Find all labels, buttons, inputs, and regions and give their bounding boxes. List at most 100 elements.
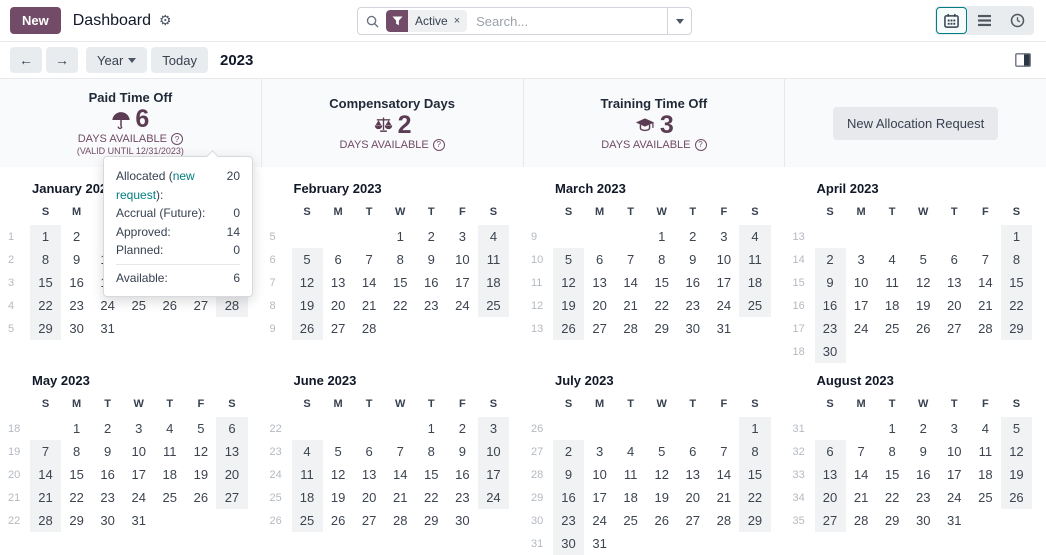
calendar-day[interactable]: 29 bbox=[877, 509, 908, 532]
calendar-day[interactable]: 27 bbox=[939, 317, 970, 340]
calendar-day[interactable]: 9 bbox=[416, 248, 447, 271]
calendar-day[interactable]: 2 bbox=[447, 417, 478, 440]
calendar-day[interactable]: 26 bbox=[553, 317, 584, 340]
calendar-day[interactable]: 4 bbox=[615, 440, 646, 463]
calendar-day[interactable]: 15 bbox=[30, 271, 61, 294]
calendar-day[interactable] bbox=[478, 509, 509, 532]
calendar-day[interactable]: 20 bbox=[216, 463, 247, 486]
calendar-day[interactable]: 24 bbox=[92, 294, 123, 317]
calendar-day[interactable] bbox=[877, 225, 908, 248]
calendar-day[interactable]: 9 bbox=[553, 463, 584, 486]
calendar-day[interactable]: 13 bbox=[677, 463, 708, 486]
calendar-day[interactable]: 22 bbox=[30, 294, 61, 317]
calendar-day[interactable]: 31 bbox=[708, 317, 739, 340]
calendar-day[interactable] bbox=[292, 225, 323, 248]
calendar-day[interactable]: 26 bbox=[646, 509, 677, 532]
calendar-day[interactable]: 2 bbox=[553, 440, 584, 463]
side-panel-toggle-button[interactable] bbox=[1012, 50, 1034, 70]
calendar-day[interactable]: 5 bbox=[553, 248, 584, 271]
calendar-day[interactable]: 29 bbox=[739, 509, 770, 532]
calendar-day[interactable]: 4 bbox=[478, 225, 509, 248]
calendar-day[interactable]: 27 bbox=[815, 509, 846, 532]
calendar-day[interactable]: 16 bbox=[677, 271, 708, 294]
calendar-day[interactable]: 4 bbox=[877, 248, 908, 271]
calendar-day[interactable]: 5 bbox=[292, 248, 323, 271]
calendar-day[interactable]: 22 bbox=[61, 486, 92, 509]
calendar-day[interactable]: 5 bbox=[1001, 417, 1032, 440]
calendar-day[interactable]: 1 bbox=[1001, 225, 1032, 248]
calendar-day[interactable]: 26 bbox=[908, 317, 939, 340]
calendar-day[interactable]: 26 bbox=[154, 294, 185, 317]
calendar-day[interactable]: 24 bbox=[447, 294, 478, 317]
calendar-day[interactable] bbox=[216, 509, 247, 532]
calendar-day[interactable] bbox=[970, 509, 1001, 532]
search-dropdown-toggle[interactable] bbox=[667, 8, 691, 34]
calendar-day[interactable]: 1 bbox=[61, 417, 92, 440]
calendar-day[interactable]: 28 bbox=[708, 509, 739, 532]
calendar-day[interactable] bbox=[646, 532, 677, 555]
calendar-day[interactable]: 9 bbox=[815, 271, 846, 294]
calendar-day[interactable]: 4 bbox=[292, 440, 323, 463]
calendar-day[interactable]: 11 bbox=[292, 463, 323, 486]
calendar-day[interactable]: 13 bbox=[939, 271, 970, 294]
calendar-day[interactable]: 7 bbox=[354, 248, 385, 271]
calendar-day[interactable] bbox=[846, 340, 877, 363]
calendar-day[interactable]: 13 bbox=[323, 271, 354, 294]
calendar-day[interactable]: 5 bbox=[908, 248, 939, 271]
calendar-day[interactable] bbox=[646, 417, 677, 440]
calendar-day[interactable]: 28 bbox=[615, 317, 646, 340]
calendar-day[interactable]: 12 bbox=[1001, 440, 1032, 463]
calendar-day[interactable] bbox=[708, 417, 739, 440]
calendar-day[interactable]: 26 bbox=[323, 509, 354, 532]
calendar-day[interactable]: 6 bbox=[939, 248, 970, 271]
calendar-day[interactable]: 18 bbox=[292, 486, 323, 509]
calendar-day[interactable] bbox=[354, 417, 385, 440]
calendar-day[interactable]: 20 bbox=[323, 294, 354, 317]
calendar-day[interactable]: 20 bbox=[815, 486, 846, 509]
calendar-day[interactable]: 15 bbox=[416, 463, 447, 486]
calendar-day[interactable]: 5 bbox=[323, 440, 354, 463]
calendar-day[interactable]: 16 bbox=[61, 271, 92, 294]
calendar-day[interactable]: 31 bbox=[92, 317, 123, 340]
calendar-day[interactable]: 12 bbox=[908, 271, 939, 294]
calendar-day[interactable]: 24 bbox=[123, 486, 154, 509]
next-button[interactable]: → bbox=[46, 47, 78, 73]
calendar-day[interactable]: 8 bbox=[61, 440, 92, 463]
calendar-day[interactable]: 25 bbox=[154, 486, 185, 509]
calendar-day[interactable]: 28 bbox=[970, 317, 1001, 340]
calendar-day[interactable] bbox=[939, 225, 970, 248]
calendar-day[interactable]: 7 bbox=[615, 248, 646, 271]
calendar-day[interactable]: 21 bbox=[970, 294, 1001, 317]
calendar-day[interactable]: 20 bbox=[354, 486, 385, 509]
calendar-day[interactable]: 2 bbox=[61, 225, 92, 248]
calendar-day[interactable]: 19 bbox=[185, 463, 216, 486]
calendar-day[interactable] bbox=[908, 340, 939, 363]
calendar-day[interactable]: 26 bbox=[1001, 486, 1032, 509]
calendar-day[interactable]: 14 bbox=[385, 463, 416, 486]
calendar-day[interactable]: 1 bbox=[385, 225, 416, 248]
calendar-day[interactable]: 4 bbox=[970, 417, 1001, 440]
search-input[interactable]: Search... bbox=[476, 14, 667, 29]
calendar-day[interactable] bbox=[1001, 340, 1032, 363]
calendar-day[interactable]: 21 bbox=[30, 486, 61, 509]
calendar-day[interactable]: 3 bbox=[123, 417, 154, 440]
calendar-day[interactable]: 17 bbox=[939, 463, 970, 486]
calendar-day[interactable]: 4 bbox=[154, 417, 185, 440]
calendar-day[interactable]: 8 bbox=[30, 248, 61, 271]
calendar-day[interactable] bbox=[739, 532, 770, 555]
calendar-day[interactable]: 26 bbox=[292, 317, 323, 340]
help-icon[interactable]: ? bbox=[171, 133, 183, 145]
calendar-day[interactable] bbox=[385, 417, 416, 440]
calendar-day[interactable] bbox=[154, 509, 185, 532]
calendar-day[interactable]: 16 bbox=[815, 294, 846, 317]
calendar-day[interactable]: 23 bbox=[61, 294, 92, 317]
calendar-day[interactable] bbox=[615, 417, 646, 440]
calendar-day[interactable]: 13 bbox=[354, 463, 385, 486]
calendar-day[interactable] bbox=[553, 225, 584, 248]
calendar-day[interactable]: 23 bbox=[447, 486, 478, 509]
calendar-day[interactable]: 11 bbox=[877, 271, 908, 294]
calendar-day[interactable]: 7 bbox=[846, 440, 877, 463]
calendar-day[interactable]: 24 bbox=[939, 486, 970, 509]
calendar-day[interactable]: 30 bbox=[553, 532, 584, 555]
calendar-day[interactable]: 6 bbox=[584, 248, 615, 271]
